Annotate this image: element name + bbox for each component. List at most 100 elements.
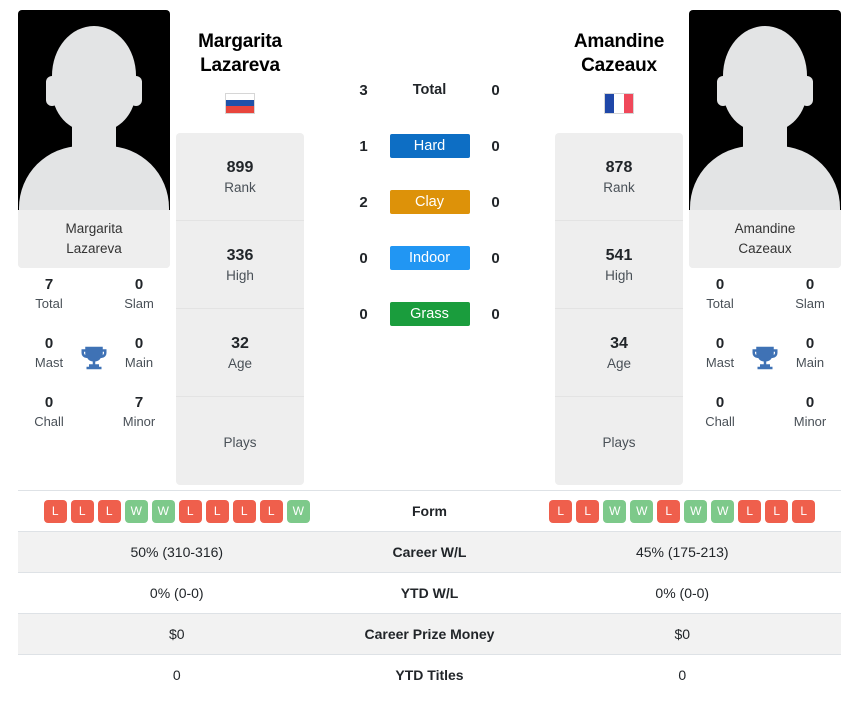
stat-age: 34 Age xyxy=(555,309,683,397)
form-badge-loss: L xyxy=(43,499,67,523)
right-player-stat-card: 878 Rank 541 High 34 Age Plays xyxy=(555,132,683,485)
stat-value: 878 xyxy=(605,158,633,176)
left-ytd-titles: 0 xyxy=(172,667,181,683)
row-label-ytd-wl: YTD W/L xyxy=(400,585,459,601)
stat-label: Rank xyxy=(224,179,256,195)
title-value: 7 xyxy=(134,394,144,412)
h2h-right-score: 0 xyxy=(491,193,500,211)
france-flag-icon xyxy=(604,92,634,114)
form-badge-loss: L xyxy=(97,499,121,523)
form-badge-win: W xyxy=(603,499,627,523)
h2h-left-score: 1 xyxy=(359,137,368,155)
stat-label: Age xyxy=(227,355,253,371)
stat-rank: 899 Rank xyxy=(176,133,304,221)
stat-value: 541 xyxy=(605,246,633,264)
title-label: Chall xyxy=(34,414,64,430)
title-stat-slam: 0 Slam xyxy=(108,276,170,311)
comparison-stats-table: LLLWWLLLLW Form LLWWLWWLLL 50% (310-316)… xyxy=(18,490,841,696)
title-stat-total: 7 Total xyxy=(18,276,80,311)
comparison-header: Margarita Lazareva 7 Total 0 Slam 0 Mast… xyxy=(0,0,859,490)
row-label-ytd-titles: YTD Titles xyxy=(395,667,464,683)
left-player-side-column: Margarita Lazareva 7 Total 0 Slam 0 Mast… xyxy=(18,10,170,453)
right-player-photo-card[interactable]: Amandine Cazeaux xyxy=(689,10,841,269)
table-row-ytd-titles: 0 YTD Titles 0 xyxy=(18,654,841,696)
left-player-photo-card[interactable]: Margarita Lazareva xyxy=(18,10,170,269)
stat-value: 336 xyxy=(226,246,254,264)
form-badge-loss: L xyxy=(259,499,283,523)
title-value: 0 xyxy=(805,394,815,412)
left-form-cell: LLLWWLLLLW xyxy=(18,491,336,532)
form-badge-loss: L xyxy=(70,499,94,523)
form-badge-loss: L xyxy=(576,499,600,523)
title-value: 0 xyxy=(134,276,144,294)
title-stat-total: 0 Total xyxy=(689,276,751,311)
titles-row: 0 Mast 0 Main xyxy=(18,335,170,394)
right-player-name[interactable]: Amandine Cazeaux xyxy=(555,10,683,79)
h2h-row-grass: 0 Grass 0 xyxy=(310,286,549,342)
title-value: 0 xyxy=(44,394,54,412)
right-career-wl: 45% (175-213) xyxy=(635,544,729,560)
title-stat-minor: 0 Minor xyxy=(779,394,841,429)
h2h-badge-grass[interactable]: Grass xyxy=(389,302,470,326)
h2h-right-score: 0 xyxy=(491,81,500,99)
row-label-career-wl: Career W/L xyxy=(392,544,467,560)
form-badge-win: W xyxy=(124,499,148,523)
right-player-info-column: Amandine Cazeaux 878 Rank 541 High 34 Ag… xyxy=(555,10,683,485)
h2h-row-hard: 1 Hard 0 xyxy=(310,118,549,174)
title-stat-slam: 0 Slam xyxy=(779,276,841,311)
title-value: 0 xyxy=(805,276,815,294)
h2h-badge-clay[interactable]: Clay xyxy=(389,190,470,214)
left-player-name[interactable]: Margarita Lazareva xyxy=(176,10,304,79)
title-value: 0 xyxy=(44,335,54,353)
title-stat-mast: 0 Mast xyxy=(18,335,80,370)
caption-line-1: Amandine xyxy=(734,221,796,236)
stat-high: 541 High xyxy=(555,221,683,309)
form-badge-loss: L xyxy=(657,499,681,523)
title-stat-chall: 0 Chall xyxy=(18,394,80,429)
title-label: Total xyxy=(706,296,734,312)
stat-label: Age xyxy=(606,355,632,371)
trophy-icon xyxy=(79,343,109,373)
stat-value: 34 xyxy=(610,334,628,352)
form-badge-loss: L xyxy=(178,499,202,523)
table-row-career-wl: 50% (310-316) Career W/L 45% (175-213) xyxy=(18,531,841,573)
avatar-body-icon xyxy=(19,146,169,210)
h2h-badge-indoor[interactable]: Indoor xyxy=(389,246,470,270)
left-ytd-wl: 0% (0-0) xyxy=(149,585,204,601)
right-player-flag-wrap xyxy=(555,92,683,117)
titles-row: 0 Chall 7 Minor xyxy=(18,394,170,453)
title-label: Slam xyxy=(795,296,825,312)
right-prize-money: $0 xyxy=(674,626,691,642)
stat-label: Rank xyxy=(603,179,635,195)
avatar-head-icon xyxy=(52,26,136,132)
stat-plays: Plays xyxy=(176,397,304,485)
table-row-form: LLLWWLLLLW Form LLWWLWWLLL xyxy=(18,490,842,532)
left-prize-money: $0 xyxy=(168,626,185,642)
avatar-ear-right-icon xyxy=(130,76,142,106)
stat-value: 899 xyxy=(226,158,254,176)
left-career-wl: 50% (310-316) xyxy=(130,544,224,560)
stat-high: 336 High xyxy=(176,221,304,309)
table-row-prize-money: $0 Career Prize Money $0 xyxy=(18,613,841,655)
stat-label: Plays xyxy=(602,434,636,450)
right-form-cell: LLWWLWWLLL xyxy=(524,491,842,532)
name-line-2: Cazeaux xyxy=(581,55,657,77)
titles-row: 7 Total 0 Slam xyxy=(18,276,170,335)
h2h-badge-hard[interactable]: Hard xyxy=(389,134,470,158)
avatar-head-icon xyxy=(723,26,807,132)
title-label: Total xyxy=(35,296,63,312)
caption-line-2: Cazeaux xyxy=(738,240,792,256)
left-player-stat-card: 899 Rank 336 High 32 Age Plays xyxy=(176,132,304,485)
title-label: Mast xyxy=(705,355,735,371)
form-badge-loss: L xyxy=(549,499,573,523)
h2h-left-score: 2 xyxy=(359,193,368,211)
stat-age: 32 Age xyxy=(176,309,304,397)
h2h-left-score: 0 xyxy=(359,305,368,323)
stat-value: 32 xyxy=(231,334,249,352)
stat-label: High xyxy=(226,267,254,283)
title-stat-minor: 7 Minor xyxy=(108,394,170,429)
title-stat-main: 0 Main xyxy=(779,335,841,370)
titles-row: 0 Chall 0 Minor xyxy=(689,394,841,453)
name-line-1: Amandine xyxy=(573,31,665,52)
stat-plays: Plays xyxy=(555,397,683,485)
